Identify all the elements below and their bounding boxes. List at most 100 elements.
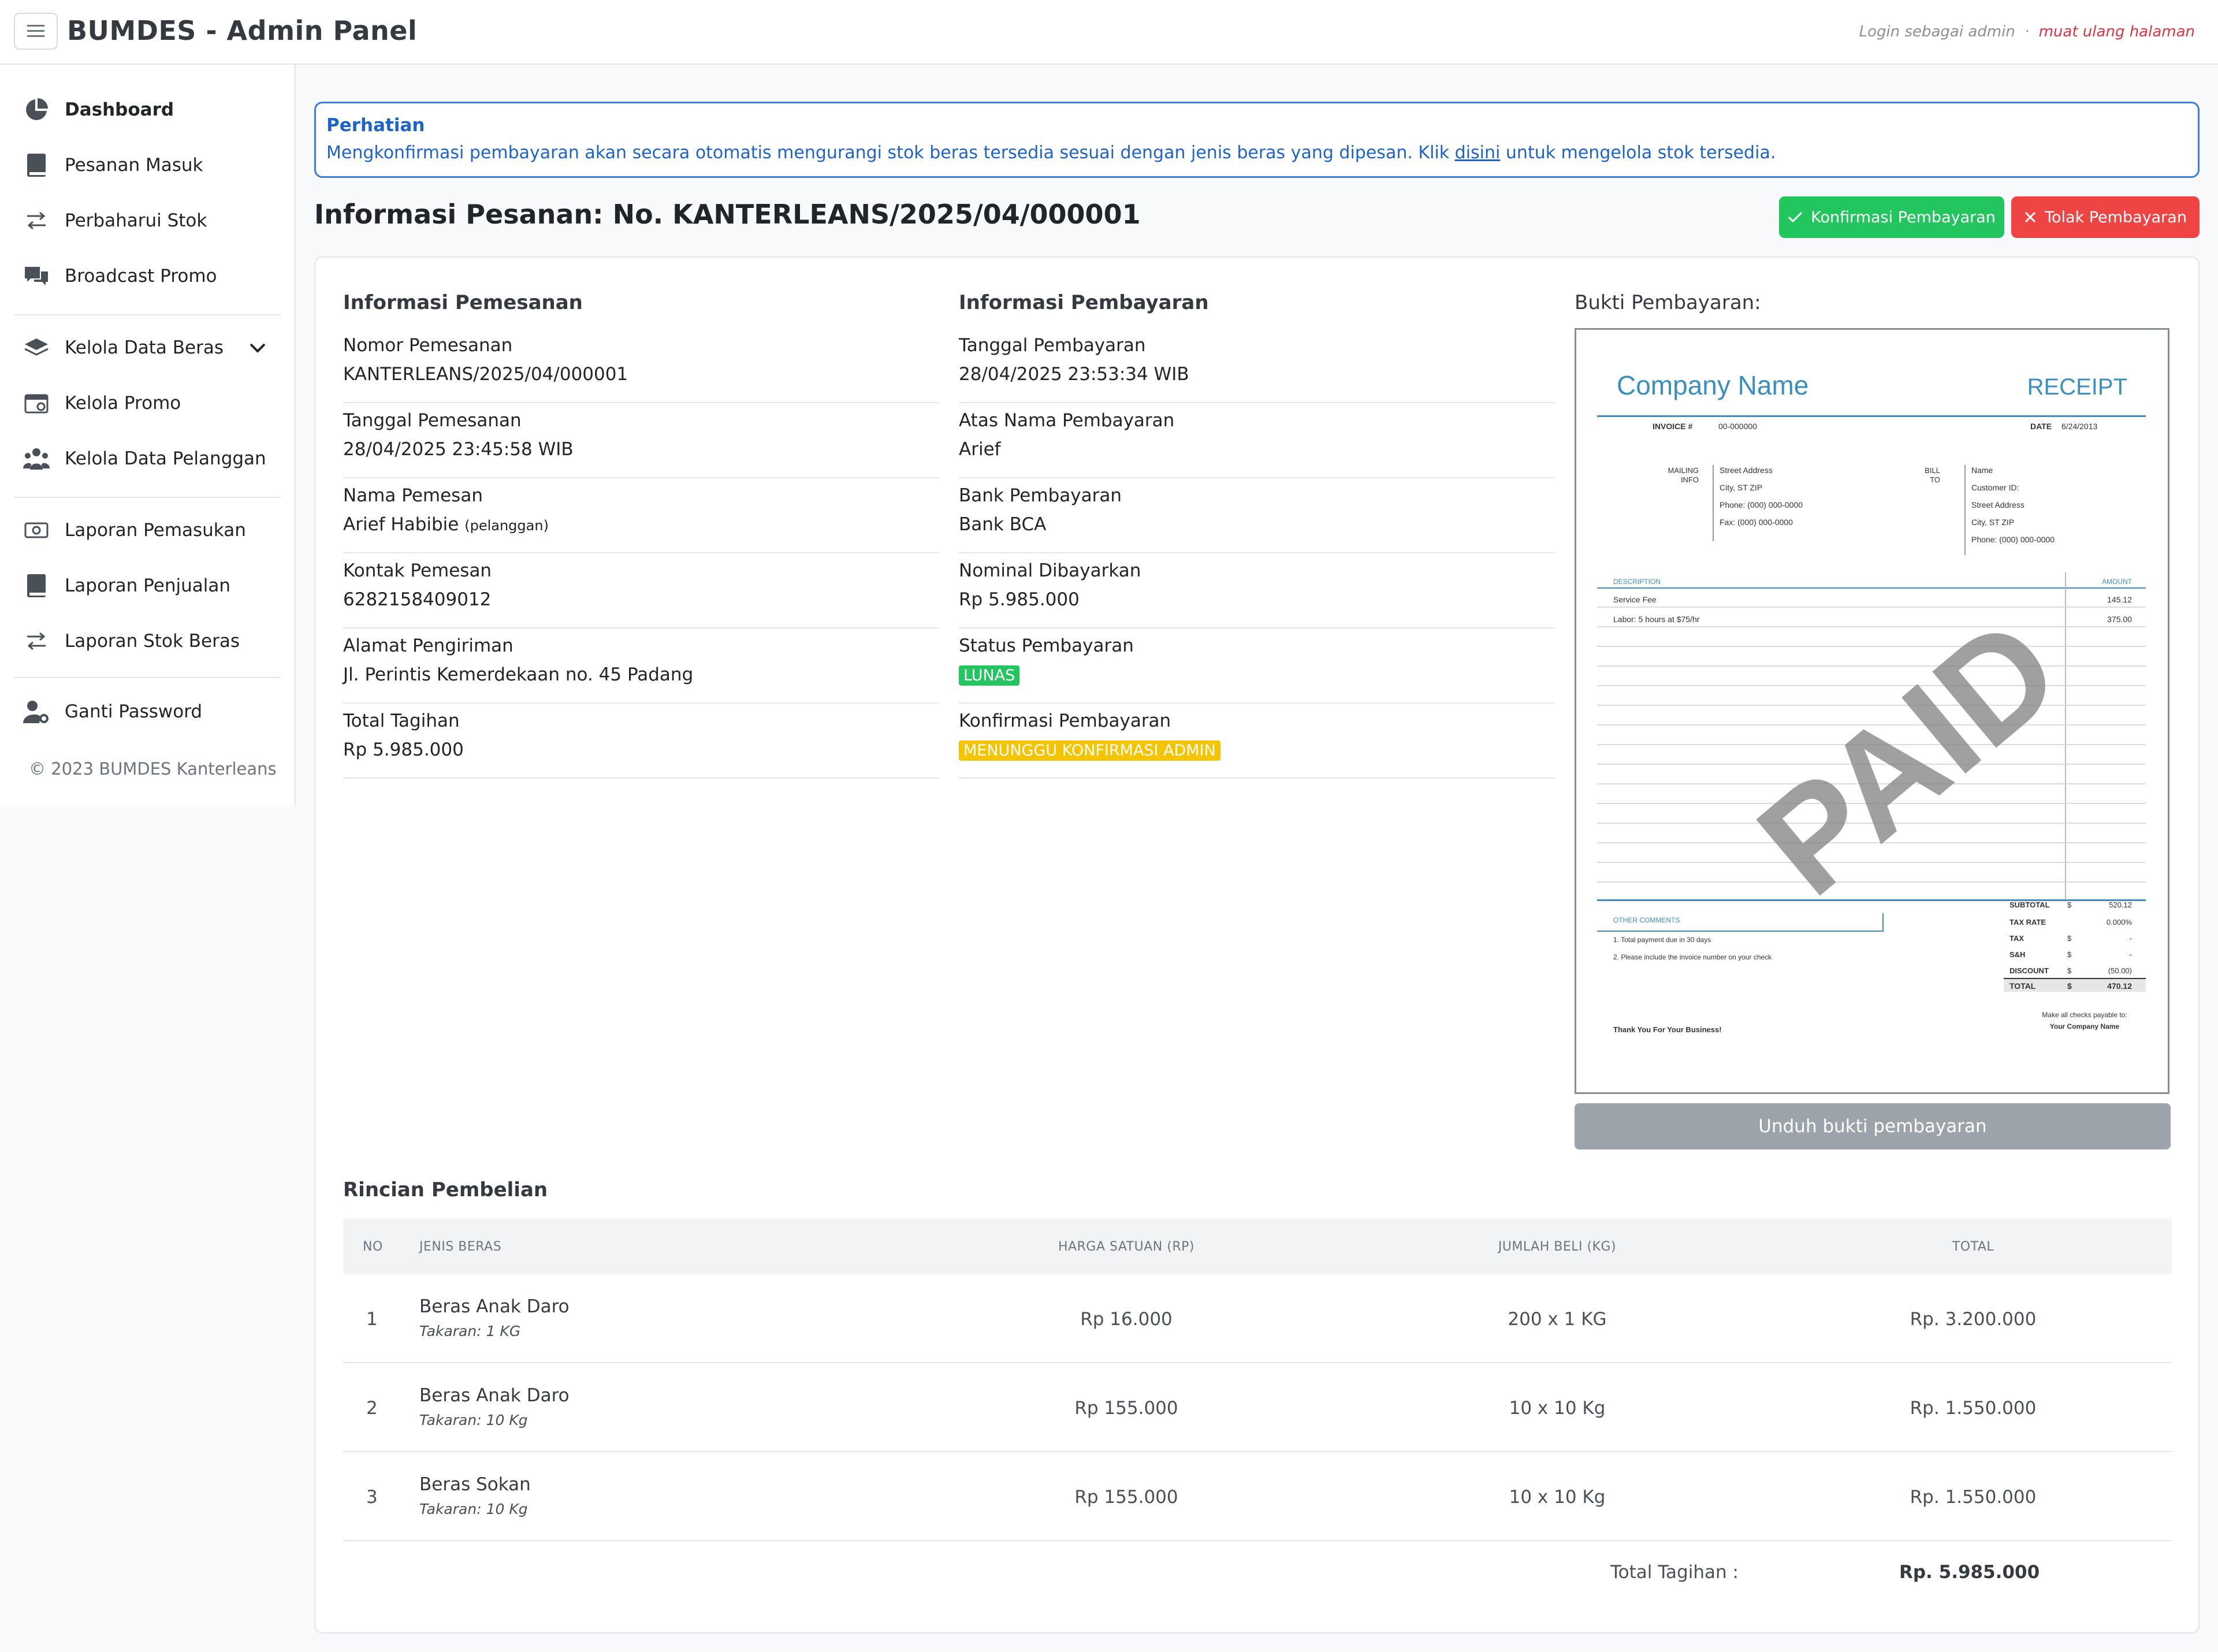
rice-size: Takaran: 10 Kg (419, 1412, 528, 1428)
confirm-payment-label: Konfirmasi Pembayaran (1811, 208, 1996, 226)
sidebar-item-kelola-data-pelanggan[interactable]: Kelola Data Pelanggan (23, 441, 266, 476)
sidebar-item-label: Kelola Promo (65, 393, 181, 414)
alert-title: Perhatian (326, 115, 425, 136)
calendar-icon (23, 390, 50, 416)
line-total: Rp. 1.550.000 (1910, 1398, 2037, 1419)
download-proof-button[interactable]: Unduh bukti pembayaran (1575, 1103, 2171, 1149)
reload-page-link[interactable]: muat ulang halaman (2039, 23, 2195, 40)
receipt-mailing-line: Phone: (000) 000-0000 (1720, 500, 1803, 509)
receipt-payable-note: Make all checks payable to: (2042, 1011, 2127, 1019)
layers-icon (23, 334, 50, 361)
receipt-total-currency: $ (2067, 966, 2072, 975)
sidebar-item-kelola-promo[interactable]: Kelola Promo (23, 386, 181, 421)
receipt-bill-line: City, ST ZIP (1971, 518, 2014, 527)
field-value: MENUNGGU KONFIRMASI ADMIN (959, 739, 1555, 761)
line-total: Rp. 1.550.000 (1910, 1487, 2037, 1508)
sidebar-item-laporan-pemasukan[interactable]: Laporan Pemasukan (23, 513, 246, 548)
receipt-total-label: TAX RATE (2009, 918, 2046, 927)
sidebar-toggle-button[interactable] (14, 13, 58, 50)
field-value: Arief (959, 439, 1001, 460)
field-value: 28/04/2025 23:53:34 WIB (959, 364, 1189, 385)
sidebar-item-kelola-data-beras[interactable]: Kelola Data Beras (23, 330, 277, 365)
customer-contact-field: Kontak Pemesan 6282158409012 (343, 560, 939, 628)
receipt-comments-label: OTHER COMMENTS (1613, 916, 1680, 924)
sidebar-item-perbaharui-stok[interactable]: Perbaharui Stok (23, 203, 207, 238)
receipt-total-label: SUBTOTAL (2009, 901, 2050, 909)
receipt-total-label: S&H (2009, 950, 2025, 959)
payment-amount-field: Nominal Dibayarkan Rp 5.985.000 (959, 560, 1555, 628)
rice-name: Beras Anak Daro (419, 1296, 570, 1317)
user-gear-icon (23, 698, 50, 725)
receipt-heading: RECEIPT (2027, 374, 2127, 400)
header-total: TOTAL (1952, 1240, 1994, 1254)
manage-stock-link[interactable]: disini (1455, 143, 1501, 163)
order-number-field: Nomor Pemesanan KANTERLEANS/2025/04/0000… (343, 335, 939, 403)
receipt-line-amount: 375.00 (2107, 615, 2132, 624)
sidebar-item-laporan-penjualan[interactable]: Laporan Penjualan (23, 568, 230, 603)
receipt-comment: 1. Total payment due in 30 days (1613, 936, 1711, 944)
book-icon (23, 572, 50, 599)
rice-name: Beras Sokan (419, 1474, 531, 1495)
sidebar-item-dashboard[interactable]: Dashboard (23, 92, 174, 127)
reject-payment-button[interactable]: Tolak Pembayaran (2011, 196, 2200, 238)
receipt-total-value: 470.12 (2107, 981, 2132, 991)
receipt-total-currency: $ (2067, 950, 2072, 959)
sidebar-divider (14, 677, 281, 678)
receipt-total-value: - (2130, 950, 2132, 959)
sidebar-item-label: Broadcast Promo (65, 266, 217, 287)
grand-total-value: Rp. 5.985.000 (1899, 1562, 2040, 1583)
receipt-total-value: - (2130, 934, 2132, 943)
field-value: Rp 5.985.000 (343, 739, 464, 760)
receipt-description-header: DESCRIPTION (1613, 578, 1661, 586)
sidebar-item-label: Laporan Pemasukan (65, 520, 246, 541)
field-label: Status Pembayaran (959, 635, 1134, 656)
sidebar-item-pesanan-masuk[interactable]: Pesanan Masuk (23, 148, 203, 183)
sidebar-divider (14, 497, 281, 498)
receipt-bill-line: Name (1971, 466, 1993, 475)
receipt-mailing-label: MAILING (1668, 466, 1699, 475)
table-header: NO JENIS BERAS HARGA SATUAN (RP) JUMLAH … (343, 1219, 2172, 1274)
close-icon (2025, 211, 2036, 223)
alert-message: Mengkonfirmasi pembayaran akan secara ot… (326, 143, 2187, 163)
sidebar-item-label: Dashboard (65, 99, 174, 120)
notice-alert: Perhatian Mengkonfirmasi pembayaran akan… (314, 102, 2200, 178)
sidebar-item-ganti-password[interactable]: Ganti Password (23, 694, 202, 729)
sidebar-item-label: Pesanan Masuk (65, 155, 203, 176)
quantity: 200 x 1 KG (1508, 1309, 1607, 1330)
payment-proof-image[interactable]: Company Name RECEIPT INVOICE # 00-000000… (1575, 328, 2169, 1094)
payment-proof-label: Bukti Pembayaran: (1575, 291, 1761, 314)
receipt-mailing-line: Fax: (000) 000-0000 (1720, 518, 1793, 527)
field-label: Atas Nama Pembayaran (959, 410, 1175, 431)
order-info-title: Informasi Pemesanan (343, 291, 583, 314)
receipt-date-label: DATE (2030, 422, 2052, 431)
receipt-total-label: TOTAL (2009, 981, 2036, 991)
receipt-mailing-line: City, ST ZIP (1720, 483, 1762, 492)
chevron-down-icon (248, 336, 267, 364)
sidebar-divider (14, 314, 281, 315)
field-label: Konfirmasi Pembayaran (959, 710, 1171, 731)
sidebar-item-laporan-stok-beras[interactable]: Laporan Stok Beras (23, 624, 240, 658)
field-label: Nomor Pemesanan (343, 335, 513, 356)
payment-bank-field: Bank Pembayaran Bank BCA (959, 485, 1555, 553)
rice-size: Takaran: 1 KG (419, 1323, 521, 1340)
field-value: Jl. Perintis Kemerdekaan no. 45 Padang (343, 664, 694, 685)
receipt-total-value: (50.00) (2108, 966, 2132, 975)
unit-price: Rp 16.000 (1080, 1309, 1173, 1330)
header-quantity: JUMLAH BELI (KG) (1498, 1240, 1617, 1254)
paid-stamp: PAID (1729, 587, 2089, 925)
receipt-comment: 2. Please include the invoice number on … (1613, 953, 1772, 961)
quantity: 10 x 10 Kg (1509, 1398, 1606, 1419)
receipt-mailing-line: Street Address (1720, 466, 1773, 475)
page-title: Informasi Pesanan: No. KANTERLEANS/2025/… (314, 199, 1141, 230)
sidebar-item-label: Laporan Stok Beras (65, 631, 240, 652)
sidebar-item-broadcast-promo[interactable]: Broadcast Promo (23, 259, 217, 293)
sidebar-item-label: Kelola Data Beras (65, 337, 224, 358)
order-detail-card: Informasi Pemesanan Nomor Pemesanan KANT… (314, 256, 2200, 1634)
hamburger-icon (27, 25, 44, 37)
confirm-payment-button[interactable]: Konfirmasi Pembayaran (1779, 196, 2004, 238)
header-no: NO (363, 1240, 383, 1254)
shipping-address-field: Alamat Pengiriman Jl. Perintis Kemerdeka… (343, 635, 939, 704)
row-number: 1 (366, 1309, 378, 1330)
header-separator: · (2025, 23, 2030, 40)
field-label: Tanggal Pembayaran (959, 335, 1146, 356)
